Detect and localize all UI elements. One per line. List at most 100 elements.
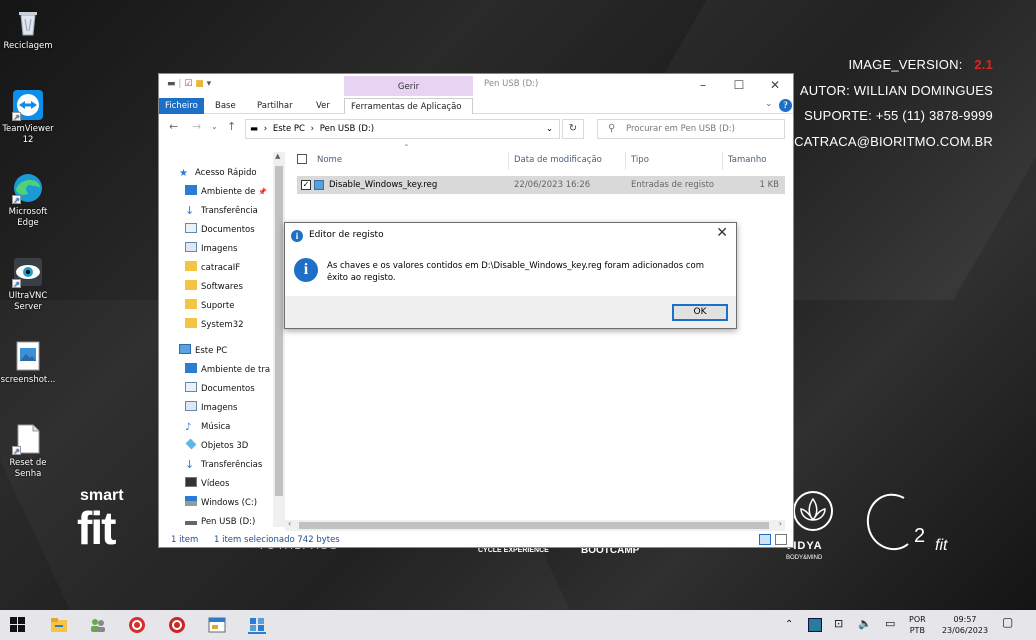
column-divider [722, 152, 723, 170]
new-folder-icon[interactable]: ■ [195, 79, 204, 89]
tab-ver[interactable]: Ver [310, 98, 336, 114]
nav-item-documents[interactable]: Documentos [185, 221, 255, 239]
registry-editor-dialog[interactable]: i Editor de registo ✕ i As chaves e os v… [284, 222, 737, 329]
minimize-button[interactable]: – [685, 76, 721, 94]
search-input[interactable]: ⚲ Procurar em Pen USB (D:) [597, 119, 785, 139]
nav-item-softwares[interactable]: Softwares [185, 278, 243, 296]
desktop-icon-screenshot[interactable]: screenshot... [0, 340, 56, 386]
horizontal-scrollbar[interactable]: ‹ › [285, 519, 785, 531]
column-header-size[interactable]: Tamanho [728, 155, 766, 165]
desktop-icon-reset-senha[interactable]: ↗ Reset de Senha [0, 423, 56, 480]
refresh-button[interactable]: ↻ [562, 119, 584, 139]
column-header-type[interactable]: Tipo [631, 155, 649, 165]
address-dropdown-icon[interactable]: ⌄ [546, 120, 553, 138]
close-button[interactable]: ✕ [757, 76, 793, 94]
nav-label: Imagens [201, 403, 238, 413]
forward-button[interactable]: → [192, 120, 201, 133]
nav-quick-access[interactable]: ★ Acesso Rápido [179, 164, 257, 182]
nav-label: Este PC [195, 346, 228, 356]
language-indicator[interactable]: POR PTB [909, 614, 926, 636]
scrollbar-thumb[interactable] [275, 166, 283, 496]
navigation-scrollbar[interactable]: ▲ [273, 152, 285, 527]
recent-locations-icon[interactable]: ⌄ [211, 122, 218, 131]
network-icon[interactable]: ⊡ [834, 618, 843, 629]
tab-partilhar[interactable]: Partilhar [251, 98, 299, 114]
teamviewer-icon: ↗ [12, 89, 44, 122]
file-row[interactable]: ✓ Disable_Windows_key.reg 22/06/2023 16:… [297, 176, 785, 194]
volume-icon[interactable]: 🔈 [858, 618, 872, 629]
desktop-folder-icon [185, 185, 197, 195]
nav-item-videos[interactable]: Vídeos [185, 475, 229, 493]
column-header-name[interactable]: Nome [317, 155, 342, 165]
app-red-circle-taskbar-icon[interactable] [128, 616, 146, 634]
app-red-circle-taskbar-icon-2[interactable] [168, 616, 186, 634]
breadcrumb-pen-usb[interactable]: Pen USB (D:) [320, 124, 374, 134]
breadcrumb-este-pc[interactable]: Este PC [273, 124, 305, 134]
help-icon[interactable]: ? [779, 99, 792, 112]
nav-item-suporte[interactable]: Suporte [185, 297, 234, 315]
properties-icon[interactable]: ☑ [184, 79, 192, 89]
start-button[interactable] [10, 616, 28, 634]
touch-keyboard-icon[interactable]: ▭ [885, 618, 895, 629]
ok-button[interactable]: OK [672, 304, 728, 321]
nav-item-3d-objects[interactable]: Objetos 3D [185, 437, 248, 455]
nav-item-music[interactable]: ♪ Música [185, 418, 230, 436]
row-checkbox[interactable]: ✓ [301, 180, 311, 190]
nav-item-pc-downloads[interactable]: ↓ Transferências [185, 456, 262, 474]
user-accounts-taskbar-icon[interactable] [88, 616, 106, 634]
tab-ferramentas-aplicacao[interactable]: Ferramentas de Aplicação [344, 98, 473, 114]
sort-indicator-icon: ⌃ [403, 143, 410, 152]
show-hidden-icons-button[interactable]: ⌃ [785, 619, 793, 630]
select-all-checkbox[interactable] [297, 154, 307, 164]
nav-item-downloads[interactable]: ↓ Transferência [185, 202, 258, 220]
shortcut-arrow-icon: ↗ [12, 195, 21, 205]
nav-item-system32[interactable]: System32 [185, 316, 244, 334]
desktop-icon-edge[interactable]: ↗ Microsoft Edge [0, 172, 56, 229]
nav-item-pc-documents[interactable]: Documentos [185, 380, 255, 398]
nav-label: catracaIF [201, 263, 241, 273]
maximize-button[interactable]: ☐ [721, 76, 757, 94]
scrollbar-thumb[interactable] [299, 522, 769, 529]
nav-item-pc-pictures[interactable]: Imagens [185, 399, 237, 417]
file-name: Disable_Windows_key.reg [329, 180, 438, 190]
file-explorer-taskbar-icon[interactable] [50, 616, 68, 634]
nav-item-pictures[interactable]: Imagens [185, 240, 237, 258]
nav-item-pc-desktop[interactable]: Ambiente de tra [185, 361, 270, 379]
nav-item-windows-c[interactable]: Windows (C:) [185, 494, 257, 512]
nav-item-desktop[interactable]: Ambiente de 📌 [185, 183, 267, 201]
desktop-icon-ultravnc[interactable]: ↗ UltraVNC Server [0, 256, 56, 313]
expand-ribbon-icon[interactable]: ⌄ [765, 99, 773, 109]
nav-item-pen-usb[interactable]: Pen USB (D:) [185, 513, 255, 528]
nav-item-catracaif[interactable]: catracaIF [185, 259, 240, 277]
tray-app-icon[interactable] [808, 618, 822, 632]
nav-label: Acesso Rápido [195, 168, 257, 178]
tab-ficheiro[interactable]: Ficheiro [159, 98, 204, 114]
desktop-icon-teamviewer[interactable]: ↗ TeamViewer 12 [0, 89, 56, 146]
nav-label: Música [201, 422, 231, 432]
folder-icon [185, 318, 197, 328]
details-view-icon[interactable] [759, 534, 771, 545]
nav-label: Documentos [201, 384, 255, 394]
notifications-icon[interactable]: ▢ [1002, 616, 1013, 628]
back-button[interactable]: ← [169, 120, 178, 133]
dialog-close-button[interactable]: ✕ [716, 225, 728, 241]
clock-time: 09:57 [953, 615, 977, 624]
quick-access-toolbar[interactable]: ▬ | ☑ ■ ▾ [167, 79, 211, 89]
registry-editor-taskbar-icon[interactable] [248, 616, 266, 634]
customize-quick-access-icon[interactable]: ▾ [207, 79, 212, 89]
title-bar[interactable]: ▬ | ☑ ■ ▾ Gerir Pen USB (D:) – ☐ ✕ [159, 74, 793, 98]
scroll-up-icon[interactable]: ▲ [275, 152, 280, 160]
large-icons-view-icon[interactable] [775, 534, 787, 545]
clock[interactable]: 09:57 23/06/2023 [938, 614, 992, 636]
scroll-left-icon[interactable]: ‹ [288, 519, 291, 528]
scroll-right-icon[interactable]: › [779, 519, 782, 528]
desktop-icon-label: Reset de Senha [9, 458, 47, 479]
nav-este-pc[interactable]: Este PC [179, 342, 227, 360]
tab-base[interactable]: Base [209, 98, 242, 114]
up-button[interactable]: ↑ [227, 120, 236, 133]
contextual-tab-gerir[interactable]: Gerir [344, 76, 473, 98]
desktop-icon-recycle-bin[interactable]: Reciclagem [0, 6, 56, 52]
column-header-modified[interactable]: Data de modificação [514, 155, 602, 165]
app-window-taskbar-icon[interactable] [208, 616, 226, 634]
address-input[interactable]: ▬ › Este PC › Pen USB (D:) ⌄ [245, 119, 560, 139]
